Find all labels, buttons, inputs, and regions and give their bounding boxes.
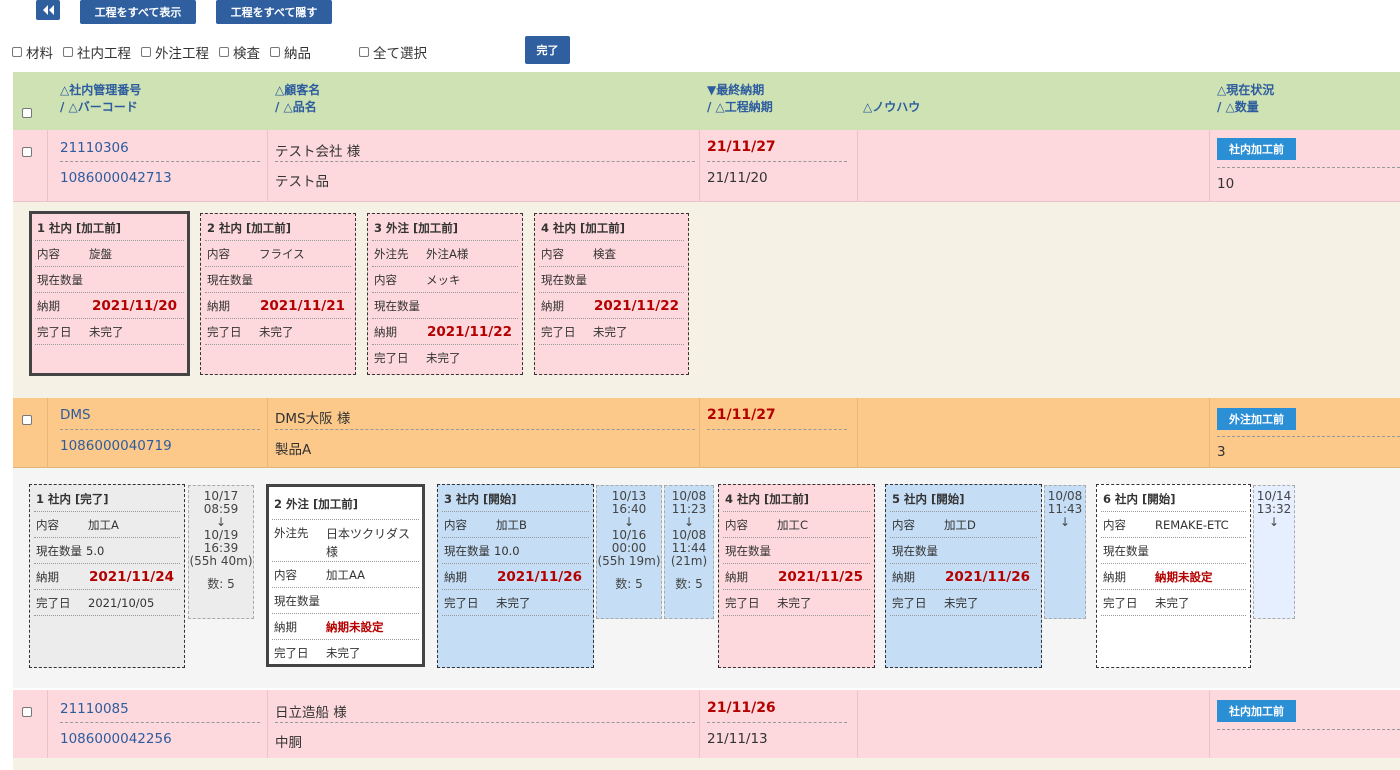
process-panel-partial xyxy=(13,758,1400,770)
process-filter-bar: 材料 社内工程 外注工程 検査 納品 全て選択 xyxy=(12,41,437,63)
barcode-link[interactable]: 1086000042256 xyxy=(60,731,172,747)
process-title: 4 社内 [加工前] xyxy=(725,492,810,506)
row-checkbox[interactable] xyxy=(22,415,32,425)
mgmt-no-link[interactable]: 21110085 xyxy=(60,701,129,717)
process-title: 6 社内 [開始] xyxy=(1103,492,1176,506)
process-title: 3 外注 [加工前] xyxy=(374,221,459,235)
barcode-link[interactable]: 1086000040719 xyxy=(60,438,172,454)
process-card[interactable]: 2 外注 [加工前] 外注先 日本ツクリダス様 内容 加工AA 現在数量 納期 納期未… xyxy=(266,484,425,667)
process-card[interactable]: 4 社内 [加工前] 内容 加工C 現在数量 納期 2021/11/25 完了日 未完… xyxy=(718,484,875,668)
sort-final-due[interactable]: ▼最終納期 xyxy=(707,82,764,98)
hide-all-processes-button[interactable]: 工程をすべて隠す xyxy=(216,0,332,24)
process-card[interactable]: 3 外注 [加工前] 外注先 外注A様 内容 メッキ 現在数量 納期 2021/11/… xyxy=(367,213,523,375)
order-row[interactable]: 21110306 1086000042713 テスト会社 様 テスト品 21/1… xyxy=(13,130,1400,202)
filter-outsource[interactable]: 外注工程 xyxy=(141,42,209,62)
final-due-date: 21/11/27 xyxy=(707,407,776,423)
customer-name: DMS大阪 様 xyxy=(275,411,351,427)
status-badge: 社内加工前 xyxy=(1217,138,1296,160)
quantity-value: 10 xyxy=(1217,176,1235,192)
header-select-all-checkbox[interactable] xyxy=(22,108,32,118)
filter-outsource-checkbox[interactable] xyxy=(141,47,151,57)
product-name: 製品A xyxy=(275,442,312,458)
sort-customer[interactable]: △顧客名 xyxy=(275,82,320,98)
table-header: △社内管理番号 / △バーコード △顧客名 / △品名 ▼最終納期 / △工程納… xyxy=(13,72,1400,130)
process-title: 5 社内 [開始] xyxy=(892,492,965,506)
status-badge: 社内加工前 xyxy=(1217,700,1296,722)
process-panel: 1 社内 [完了] 内容 加工A 現在数量 5.0 納期 2021/11/24 完了日… xyxy=(13,468,1400,688)
final-due-date: 21/11/27 xyxy=(707,139,776,155)
process-due-row: 納期 2021/11/20 xyxy=(35,292,184,318)
done-button[interactable]: 完了 xyxy=(525,36,570,64)
process-card[interactable]: 3 社内 [開始] 内容 加工B 現在数量 10.0 納期 2021/11/26 完了… xyxy=(437,484,594,668)
filter-inhouse[interactable]: 社内工程 xyxy=(63,42,131,62)
double-left-arrow-icon xyxy=(43,5,54,15)
filter-inspection-checkbox[interactable] xyxy=(219,47,229,57)
process-title: 1 社内 [加工前] xyxy=(37,221,122,235)
sort-status[interactable]: △現在状況 xyxy=(1217,82,1274,98)
select-all-checkbox[interactable] xyxy=(359,47,369,57)
filter-material-checkbox[interactable] xyxy=(12,47,22,57)
barcode-link[interactable]: 1086000042713 xyxy=(60,170,172,186)
sort-knowhow[interactable]: △ノウハウ xyxy=(863,99,920,115)
show-all-processes-button[interactable]: 工程をすべて表示 xyxy=(80,0,196,24)
product-name: 中胴 xyxy=(275,735,302,751)
product-name: テスト品 xyxy=(275,174,329,190)
order-row[interactable]: 21110085 1086000042256 日立造船 様 中胴 21/11/2… xyxy=(13,690,1400,758)
sort-process-due[interactable]: / △工程納期 xyxy=(707,99,773,115)
row-checkbox[interactable] xyxy=(22,147,32,157)
collapse-back-button[interactable] xyxy=(36,0,60,20)
process-title: 2 外注 [加工前] xyxy=(274,497,359,511)
process-card[interactable]: 4 社内 [加工前] 内容 検査 現在数量 納期 2021/11/22 完了日 未完了 xyxy=(534,213,689,375)
time-log: 10/08 11:23 ↓ 10/08 11:44 (21m) 数: 5 xyxy=(664,485,714,619)
time-log: 10/17 08:59 ↓ 10/19 16:39 (55h 40m) 数: 5 xyxy=(188,485,254,619)
final-due-date: 21/11/26 xyxy=(707,700,776,716)
process-card[interactable]: 1 社内 [完了] 内容 加工A 現在数量 5.0 納期 2021/11/24 完了日… xyxy=(29,484,185,668)
time-log: 10/08 11:43 ↓ xyxy=(1044,485,1086,619)
time-log: 10/14 13:32 ↓ xyxy=(1253,485,1295,619)
process-due-date: 21/11/13 xyxy=(707,731,768,747)
customer-name: テスト会社 様 xyxy=(275,144,361,160)
filter-inspection[interactable]: 検査 xyxy=(219,42,260,62)
process-card[interactable]: 5 社内 [開始] 内容 加工D 現在数量 納期 2021/11/26 完了日 未完了 xyxy=(885,484,1042,668)
filter-delivery[interactable]: 納品 xyxy=(270,42,311,62)
filter-material[interactable]: 材料 xyxy=(12,42,53,62)
filter-delivery-checkbox[interactable] xyxy=(270,47,280,57)
mgmt-no-link[interactable]: 21110306 xyxy=(60,140,129,156)
order-row[interactable]: DMS 1086000040719 DMS大阪 様 製品A 21/11/27 外… xyxy=(13,398,1400,468)
process-card[interactable]: 1 社内 [加工前] 内容 旋盤 現在数量 納期 2021/11/20 完了日 未完了 xyxy=(29,211,190,376)
filter-inhouse-checkbox[interactable] xyxy=(63,47,73,57)
customer-name: 日立造船 様 xyxy=(275,705,347,721)
row-checkbox[interactable] xyxy=(22,707,32,717)
process-due-date: 21/11/20 xyxy=(707,170,768,186)
process-card[interactable]: 6 社内 [開始] 内容 REMAKE-ETC 現在数量 納期 納期未設定 完了日未… xyxy=(1096,484,1251,668)
sort-product[interactable]: / △品名 xyxy=(275,99,317,115)
process-card[interactable]: 2 社内 [加工前] 内容 フライス 現在数量 納期 2021/11/21 完了日未… xyxy=(200,213,356,375)
sort-mgmt-no[interactable]: △社内管理番号 xyxy=(60,82,141,98)
process-panel: 1 社内 [加工前] 内容 旋盤 現在数量 納期 2021/11/20 完了日 未完了… xyxy=(13,202,1400,398)
process-title: 3 社内 [開始] xyxy=(444,492,517,506)
process-qty-row: 現在数量 xyxy=(35,266,184,292)
status-badge: 外注加工前 xyxy=(1217,408,1296,430)
time-log: 10/13 16:40 ↓ 10/16 00:00 (55h 19m) 数: 5 xyxy=(596,485,662,619)
process-title: 4 社内 [加工前] xyxy=(541,221,626,235)
process-title: 1 社内 [完了] xyxy=(36,492,109,506)
process-title: 2 社内 [加工前] xyxy=(207,221,292,235)
process-content-row: 内容 旋盤 xyxy=(35,240,184,266)
sort-quantity[interactable]: / △数量 xyxy=(1217,99,1259,115)
select-all[interactable]: 全て選択 xyxy=(359,42,427,62)
quantity-value: 3 xyxy=(1217,444,1226,460)
process-done-row: 完了日 未完了 xyxy=(35,318,184,344)
sort-barcode[interactable]: / △バーコード xyxy=(60,99,138,115)
mgmt-no-link[interactable]: DMS xyxy=(60,407,91,423)
